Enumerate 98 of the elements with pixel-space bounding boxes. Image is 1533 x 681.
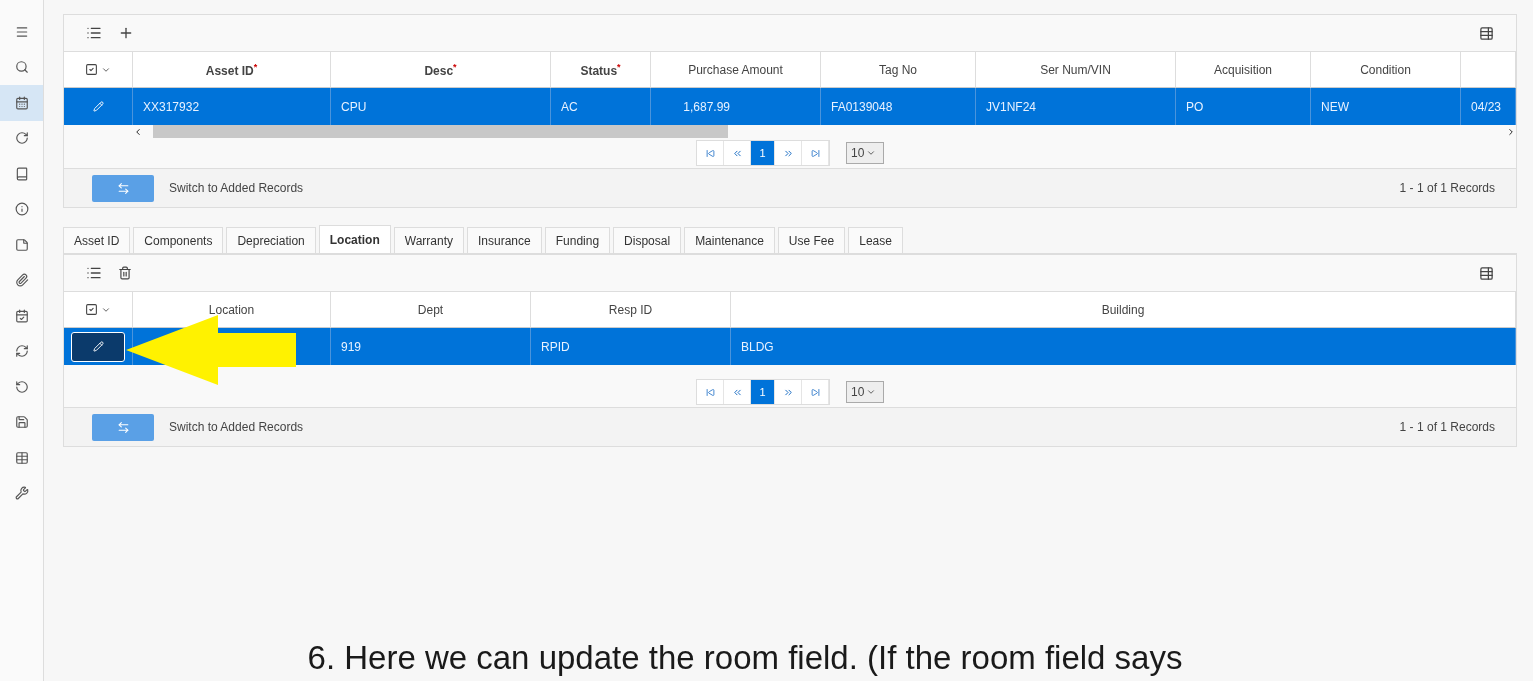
swap-icon <box>116 420 130 434</box>
scroll-left-icon[interactable] <box>133 126 143 137</box>
column-title: Condition <box>1360 62 1411 77</box>
column-title: Resp ID <box>608 302 653 317</box>
column-header[interactable]: Acquisition <box>1176 51 1311 88</box>
column-header[interactable]: Desc$^{*}$ <box>331 51 551 88</box>
column-header[interactable] <box>1461 51 1516 88</box>
column-title: Tag No <box>879 62 917 77</box>
column-title: Purchase Amount <box>688 62 783 77</box>
column-header[interactable]: Asset ID$^{*}$ <box>133 51 331 88</box>
page-button[interactable]: 1 <box>751 141 775 165</box>
switch-label: Switch to Added Records <box>169 181 304 195</box>
column-title: Asset ID$^{*}$ <box>205 61 258 78</box>
column-header[interactable]: Ser Num/VIN <box>976 51 1176 88</box>
column-menu-icon[interactable] <box>1479 265 1494 281</box>
list-icon[interactable] <box>86 25 102 41</box>
book-icon <box>14 166 29 181</box>
swap-icon <box>116 181 130 195</box>
page-button[interactable]: 1 <box>751 380 775 404</box>
table-cell: CPU <box>331 88 551 125</box>
scroll-right-icon[interactable] <box>1506 126 1516 137</box>
refresh-icon <box>14 131 29 146</box>
column-title: Ser Num/VIN <box>1040 62 1111 77</box>
column-title: Acquisition <box>1214 62 1272 77</box>
scrollbar[interactable] <box>133 125 1516 138</box>
calendar-check-icon <box>14 308 29 323</box>
pencil-icon <box>92 341 104 352</box>
last-page-icon <box>810 148 820 158</box>
tab[interactable]: Asset ID <box>63 227 131 253</box>
tab[interactable]: Depreciation <box>226 227 316 253</box>
column-title: Building <box>1101 302 1145 317</box>
select-all-header[interactable] <box>64 51 133 88</box>
column-title: Status$^{*}$ <box>580 61 621 78</box>
scrollbar-thumb[interactable] <box>153 125 728 138</box>
paperclip-icon <box>14 273 29 288</box>
sync-icon <box>14 344 29 359</box>
column-title: Desc$^{*}$ <box>424 61 457 78</box>
page-size-select[interactable]: 10 <box>846 381 884 403</box>
table-cell: 919 <box>331 328 531 365</box>
table-cell: PO <box>1176 88 1311 125</box>
wrench-icon <box>14 486 29 501</box>
column-header[interactable]: Purchase Amount <box>651 51 821 88</box>
table-cell: XX317932 <box>133 88 331 125</box>
pencil-icon <box>92 101 104 112</box>
tab[interactable]: Maintenance <box>684 227 775 253</box>
search-icon <box>14 60 29 75</box>
edit-button[interactable] <box>71 331 125 362</box>
column-header[interactable]: Location <box>133 291 331 328</box>
switch-label: Switch to Added Records <box>169 420 304 434</box>
page-size-select[interactable]: 10 <box>846 142 884 164</box>
calendar-icon <box>14 95 29 110</box>
table-cell: BLDG <box>731 328 1516 365</box>
tab[interactable]: Location <box>318 225 391 253</box>
first-page-icon <box>705 148 715 158</box>
column-title: Dept <box>417 302 444 317</box>
menu-icon <box>14 24 29 39</box>
column-menu-icon[interactable] <box>1479 25 1494 41</box>
column-header[interactable]: Dept <box>331 291 531 328</box>
column-header[interactable]: Building <box>731 291 1516 328</box>
tab[interactable]: Funding <box>544 227 611 253</box>
table-cell: NEW <box>1311 88 1461 125</box>
table-cell: RPID <box>531 328 731 365</box>
table-cell: 1,687.99 <box>651 88 821 125</box>
caption: 6. Here we can update the room field. (If the room field says <box>307 639 1183 677</box>
column-header[interactable]: Condition <box>1311 51 1461 88</box>
last-page-icon <box>810 387 820 397</box>
table-cell: FA0139048 <box>821 88 976 125</box>
info-icon <box>14 202 29 217</box>
tab[interactable]: Use Fee <box>777 227 846 253</box>
first-page-icon <box>705 387 715 397</box>
checkbox-icon <box>85 303 98 316</box>
note-icon <box>14 237 29 252</box>
tab[interactable]: Lease <box>848 227 903 253</box>
table-cell: AC <box>551 88 651 125</box>
table-cell: 04/23 <box>1461 88 1516 125</box>
checkbox-icon <box>85 63 98 76</box>
list-icon[interactable] <box>86 265 102 281</box>
add-icon[interactable] <box>118 25 134 41</box>
tab[interactable]: Disposal <box>613 227 682 253</box>
sidebar-item[interactable] <box>0 85 43 121</box>
record-count: 1 - 1 of 1 Records <box>1399 420 1495 434</box>
column-header[interactable]: Resp ID <box>531 291 731 328</box>
caret-icon <box>866 148 877 158</box>
table-icon <box>14 450 29 465</box>
undo-icon <box>14 379 29 394</box>
column-title: Location <box>208 302 255 317</box>
tab[interactable]: Components <box>133 227 224 253</box>
tab[interactable]: Insurance <box>467 227 542 253</box>
switch-button[interactable] <box>92 413 154 441</box>
trash-icon[interactable] <box>118 266 132 280</box>
caret-icon <box>866 387 877 397</box>
tab[interactable]: Warranty <box>393 227 464 253</box>
column-header[interactable]: Tag No <box>821 51 976 88</box>
switch-button[interactable] <box>92 174 154 202</box>
record-count: 1 - 1 of 1 Records <box>1399 181 1495 195</box>
table-cell: JV1NF24 <box>976 88 1176 125</box>
save-icon <box>14 415 29 430</box>
column-header[interactable]: Status$^{*}$ <box>551 51 651 88</box>
